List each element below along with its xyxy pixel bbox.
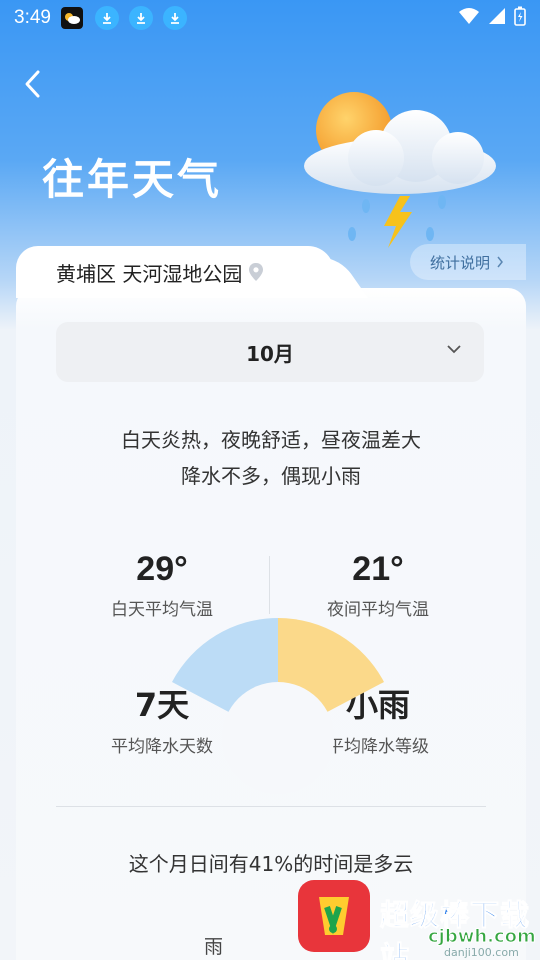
weather-illustration-icon: [304, 92, 496, 248]
location-name: 黄埔区 天河湿地公园: [56, 261, 243, 286]
stat-night-temp: 21° 夜间平均气温: [278, 550, 478, 620]
chevron-down-icon: [447, 345, 461, 354]
stat-label: 白天平均气温: [111, 600, 213, 620]
status-time: 3:49: [14, 7, 51, 28]
status-bar: 3:49: [0, 0, 540, 36]
watermark: 超级棒下载站 cjbwh.com danji100.com: [298, 880, 540, 960]
stat-day-temp: 29° 白天平均气温: [62, 550, 262, 620]
weather-pie-chart: [172, 618, 384, 794]
stats-explanation-button[interactable]: 统计说明: [410, 244, 526, 280]
location-tab: 黄埔区 天河湿地公园: [16, 246, 334, 298]
weather-description-line1: 白天炎热，夜晚舒适，昼夜温差大: [121, 428, 421, 452]
month-selector[interactable]: 10月: [56, 322, 484, 382]
stat-value: 29°: [136, 550, 188, 588]
month-selected-label: 10月: [246, 341, 294, 366]
wifi-icon: [458, 7, 480, 29]
battery-icon: [514, 6, 526, 30]
stat-label: 夜间平均气温: [327, 600, 429, 620]
location-pin-icon: [248, 262, 264, 282]
back-button[interactable]: [18, 68, 46, 100]
weather-notification-icon: [60, 7, 83, 29]
download-icon: [162, 6, 187, 30]
download-icon: [128, 6, 153, 30]
divider: [269, 556, 270, 614]
signal-icon: [488, 7, 506, 29]
weather-description-line2: 降水不多，偶现小雨: [181, 464, 361, 488]
watermark-url2: danji100.com: [444, 946, 519, 959]
pie-label-rain: 雨: [204, 936, 224, 958]
chevron-right-icon: [497, 256, 503, 268]
stat-value: 21°: [352, 550, 404, 588]
stats-button-label: 统计说明: [430, 253, 491, 272]
chevron-left-icon: [25, 70, 40, 98]
download-icon: [94, 6, 119, 30]
watermark-logo-icon: [298, 880, 370, 952]
page-title: 往年天气: [42, 155, 223, 204]
watermark-url: cjbwh.com: [428, 926, 537, 948]
